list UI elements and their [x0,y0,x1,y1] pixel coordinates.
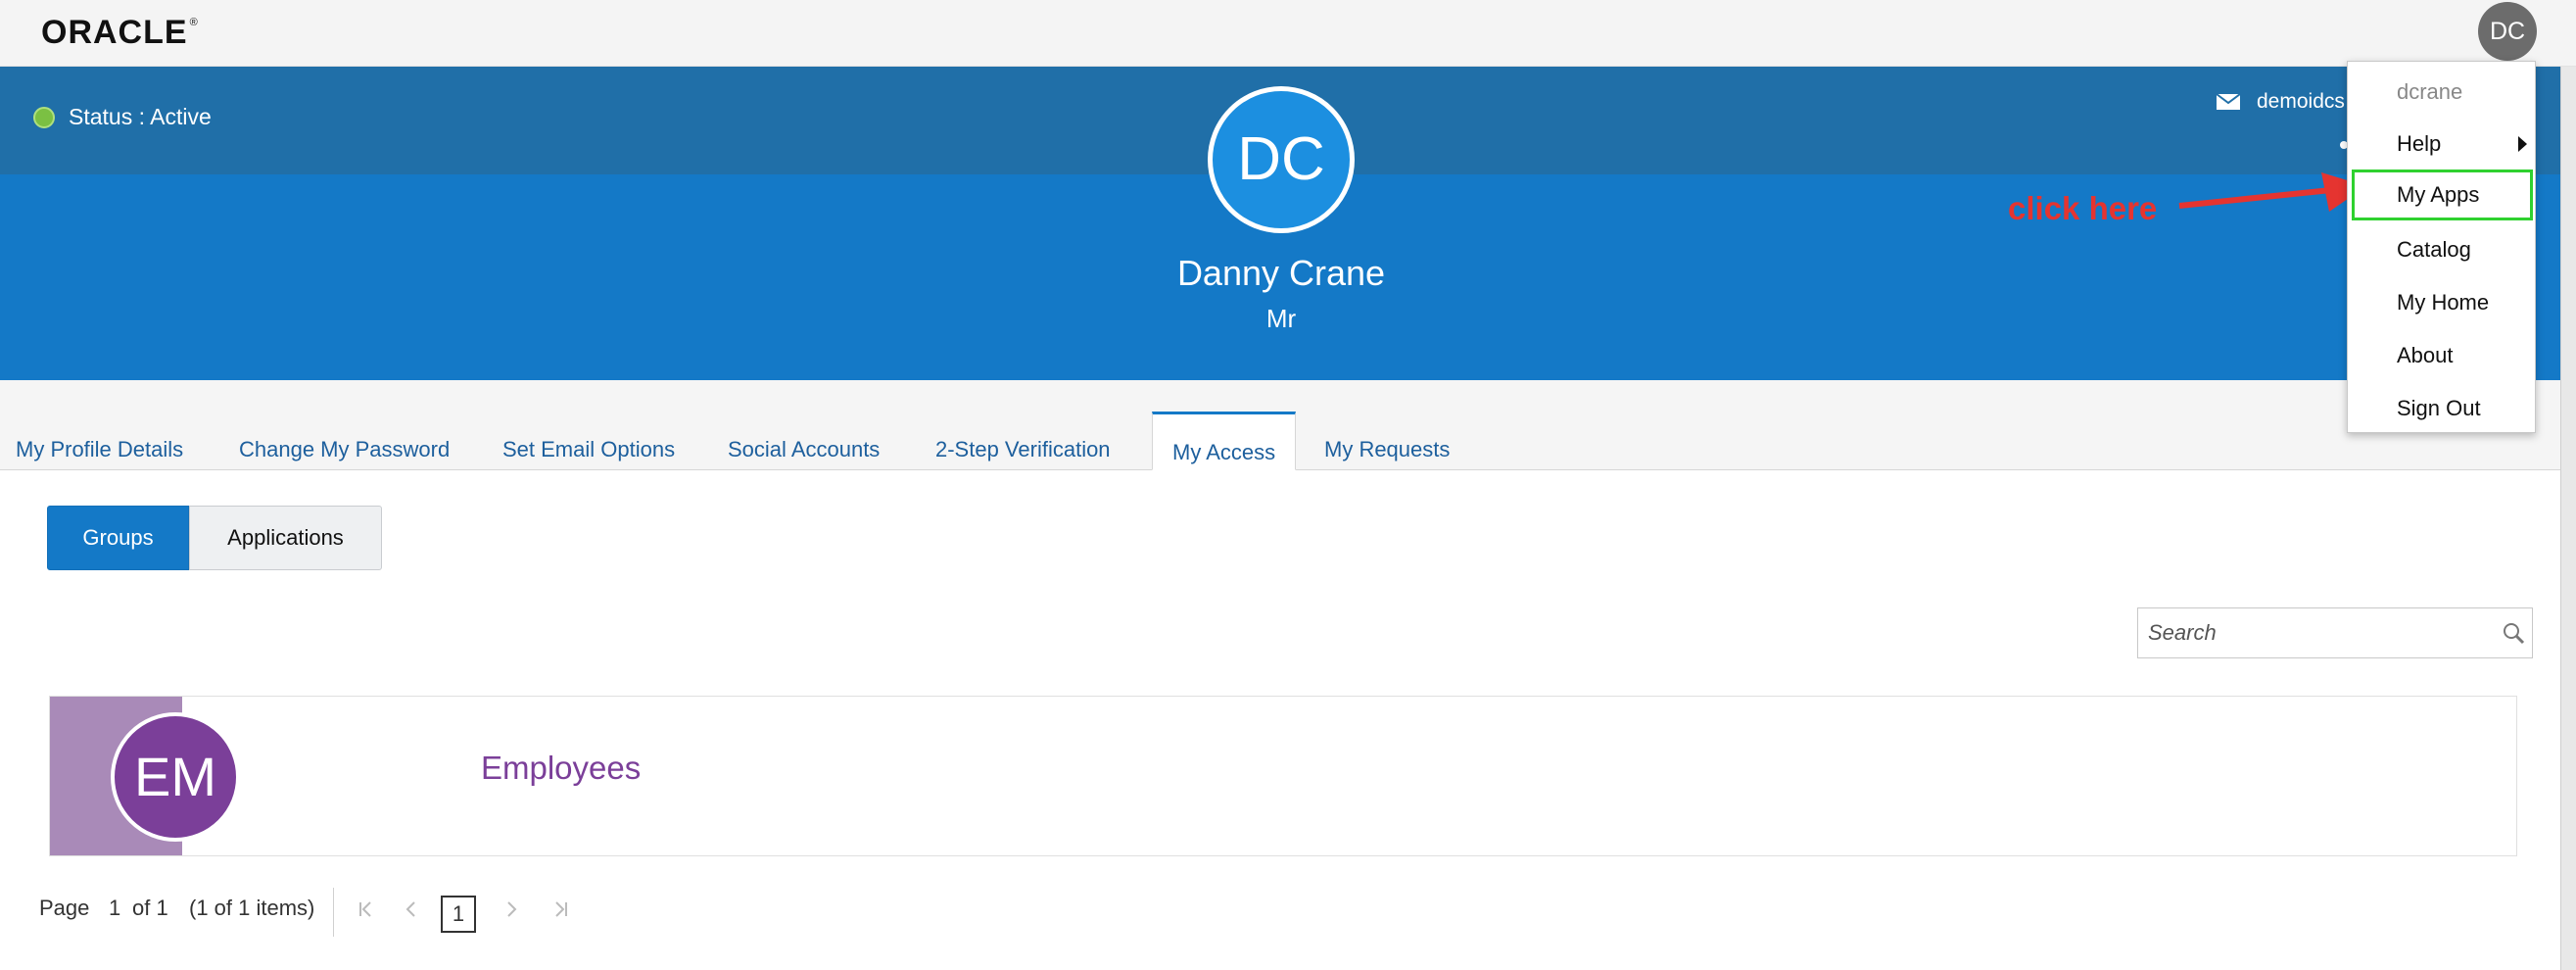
menu-item-catalog[interactable]: Catalog [2348,224,2535,275]
profile-header: Status : Active demoidcs DC Danny Crane … [0,67,2576,380]
email-text: demoidcs [2257,90,2345,113]
logo-registered-mark: ® [189,17,199,28]
profile-avatar: DC [1208,86,1355,233]
first-page-icon[interactable] [355,897,378,921]
groups-toggle-button[interactable]: Groups [47,506,189,570]
menu-item-sign-out[interactable]: Sign Out [2348,383,2535,434]
pager-divider [333,888,334,937]
next-page-icon[interactable] [500,897,523,921]
mail-icon [2216,93,2241,110]
window-edge [2560,67,2576,970]
menu-item-my-home[interactable]: My Home [2348,277,2535,328]
search-input[interactable] [2138,608,2491,657]
user-menu-avatar[interactable]: DC [2478,2,2537,61]
menu-item-my-apps[interactable]: My Apps [2352,170,2533,220]
search-box [2137,607,2533,658]
group-card[interactable]: EM Employees [49,696,2517,856]
tab-my-profile-details[interactable]: My Profile Details [16,437,183,462]
status-indicator: Status : Active [33,104,212,130]
prev-page-icon[interactable] [400,897,423,921]
tab-2-step-verification[interactable]: 2-Step Verification [935,437,1111,462]
tab-social-accounts[interactable]: Social Accounts [728,437,880,462]
last-page-icon[interactable] [549,897,572,921]
menu-item-help[interactable]: Help [2348,119,2535,170]
search-icon[interactable] [2501,620,2526,646]
tab-set-email-options[interactable]: Set Email Options [502,437,675,462]
top-bar: ORACLE ® DC [0,0,2576,67]
user-dropdown-menu: dcrane Help My Apps Catalog My Home Abou… [2347,61,2536,433]
items-count: (1 of 1 items) [189,896,315,920]
page-label: Page [39,896,90,920]
logo-text: ORACLE [41,14,188,51]
arrow-icon [2178,172,2366,212]
menu-item-label: Help [2397,131,2442,156]
tab-change-my-password[interactable]: Change My Password [239,437,450,462]
user-title: Mr [1265,304,1297,333]
user-name: Danny Crane [1176,253,1386,293]
caret-right-icon [2518,136,2527,152]
menu-username: dcrane [2397,79,2463,104]
page-number: 1 [109,896,121,920]
current-page-button[interactable]: 1 [441,896,476,933]
applications-toggle-button[interactable]: Applications [189,506,382,570]
menu-item-about[interactable]: About [2348,330,2535,381]
page-total: of 1 [132,896,168,920]
annotation-text: click here [2008,190,2158,226]
tab-my-access[interactable]: My Access [1152,412,1297,470]
status-dot-icon [33,106,55,128]
oracle-logo: ORACLE ® [41,14,199,52]
page: ORACLE ® DC Status : Active demoidcs DC D… [0,0,2576,970]
status-text: Status : Active [69,104,212,129]
email-link[interactable]: demoidcs [2216,90,2345,114]
group-name-link[interactable]: Employees [481,750,641,787]
group-avatar: EM [111,712,240,842]
tab-my-requests[interactable]: My Requests [1324,437,1450,462]
profile-tabs: My Profile Details Change My Password Se… [0,380,2576,470]
